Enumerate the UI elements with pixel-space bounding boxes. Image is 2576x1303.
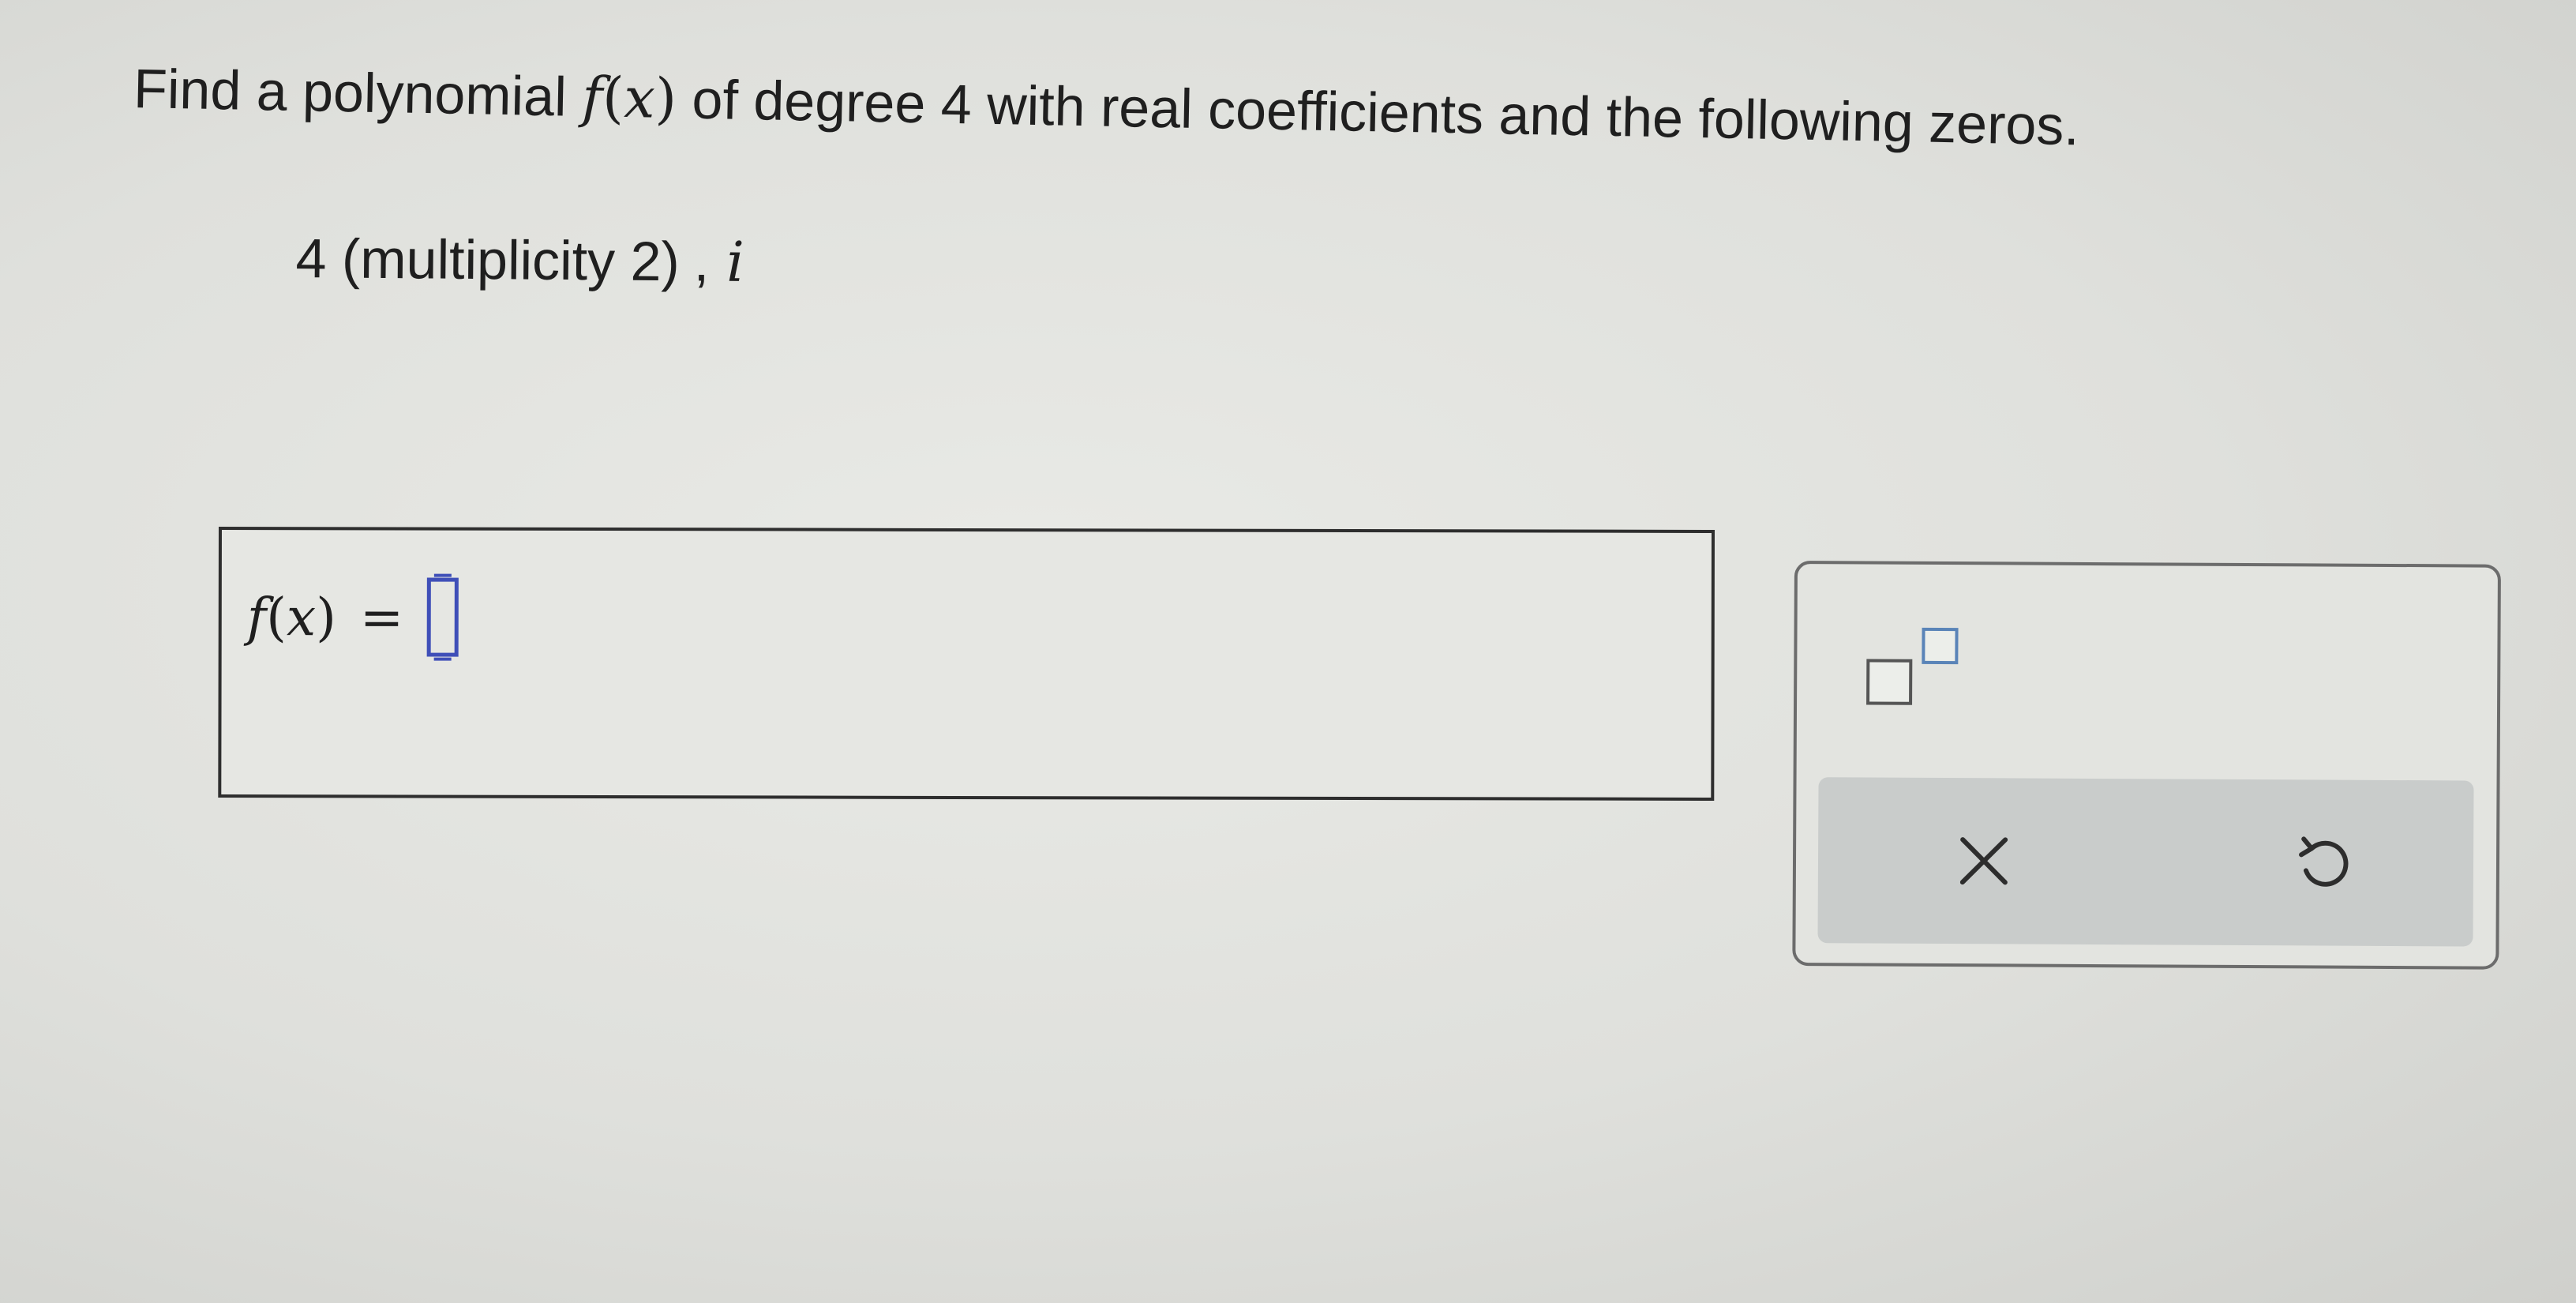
answer-variable: x — [286, 586, 317, 648]
zero-second: i — [726, 229, 745, 295]
question-intro: Find a polynomial — [133, 57, 568, 128]
answer-input-area[interactable]: f(x) = — [218, 527, 1715, 801]
exponent-button[interactable] — [1866, 627, 1970, 715]
undo-button[interactable] — [2276, 815, 2372, 911]
answer-expression: f(x) = — [247, 577, 459, 657]
zeros-list: 4 (multiplicity 2), i — [295, 225, 744, 295]
equals-sign: = — [359, 586, 404, 648]
zero-first: 4 (multiplicity 2) — [295, 227, 681, 293]
question-text: Find a polynomial f(x) of degree 4 with … — [133, 57, 2080, 157]
superscript-box-icon — [1922, 627, 1959, 665]
close-icon — [1959, 837, 2008, 885]
answer-input-field[interactable] — [427, 577, 459, 657]
zero-separator: , — [693, 231, 710, 293]
clear-button[interactable] — [1937, 813, 2032, 909]
question-rest: of degree 4 with real coefficients and t… — [691, 68, 2080, 157]
undo-icon — [2299, 836, 2349, 887]
question-variable: x — [623, 65, 656, 131]
question-function-name: f — [581, 64, 603, 130]
math-tool-panel — [1792, 561, 2501, 970]
answer-function-name: f — [246, 586, 267, 648]
superscript-template-icon — [1866, 659, 1913, 705]
action-bar — [1817, 777, 2474, 947]
